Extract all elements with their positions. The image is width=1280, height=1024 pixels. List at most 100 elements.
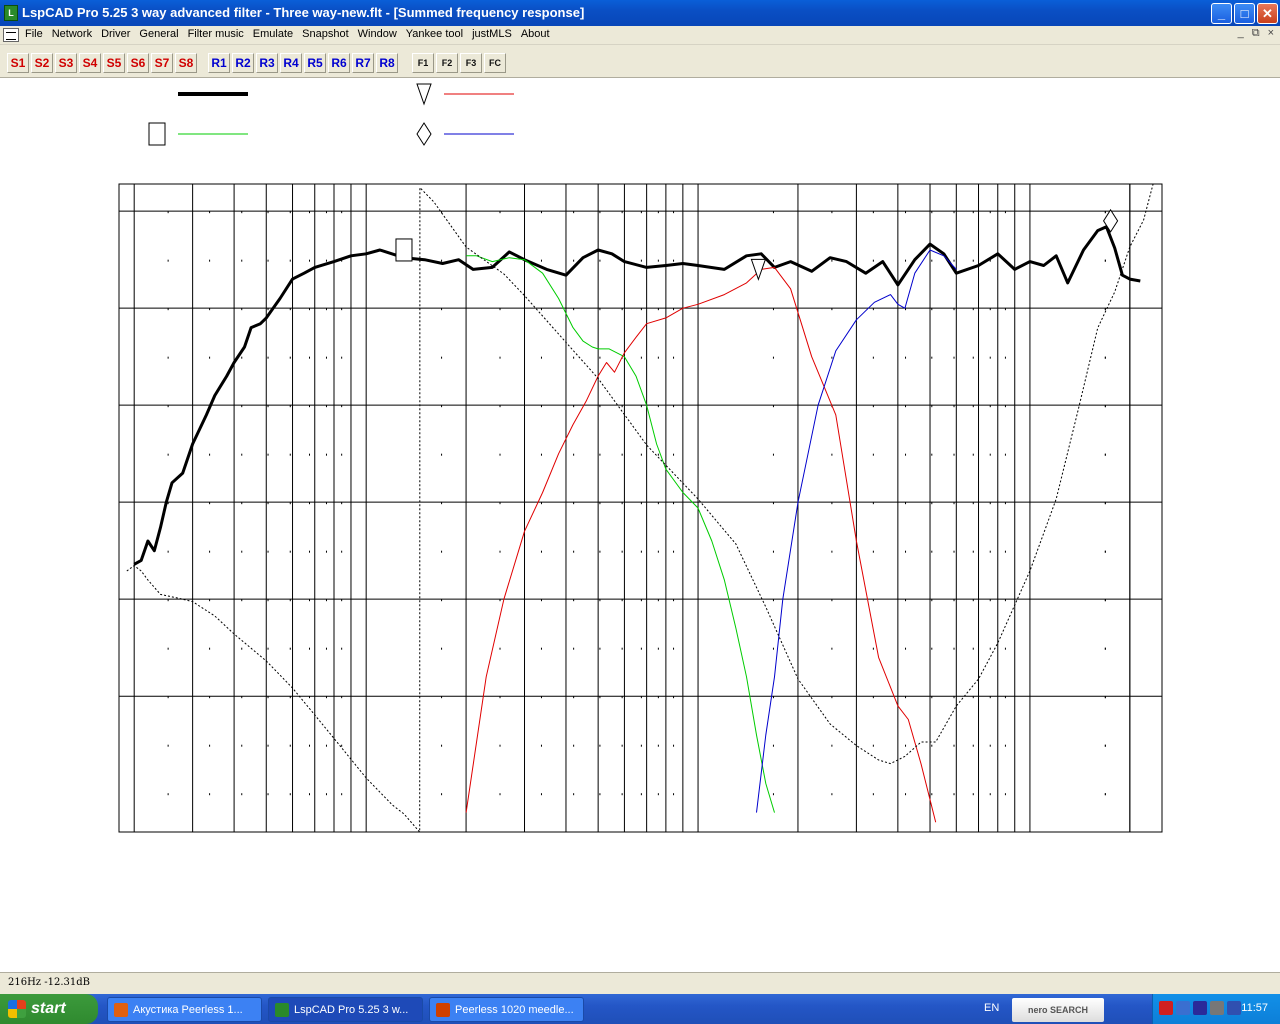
- filter-tool-button-fc[interactable]: FC: [484, 53, 506, 73]
- grid-dot: [989, 405, 991, 408]
- grid-dot: [640, 550, 642, 553]
- document-menu-icon[interactable]: [3, 28, 19, 42]
- grid-dot: [673, 211, 675, 214]
- grid-dot: [905, 550, 907, 553]
- grid-dot: [499, 550, 501, 553]
- recall-button-r5[interactable]: R5: [304, 53, 326, 73]
- snapshot-button-s2[interactable]: S2: [31, 53, 53, 73]
- grid-dot: [341, 405, 343, 408]
- grid-dot: [309, 502, 311, 505]
- snapshot-button-s1[interactable]: S1: [7, 53, 29, 73]
- snapshot-button-s4[interactable]: S4: [79, 53, 101, 73]
- recall-button-r2[interactable]: R2: [232, 53, 254, 73]
- grid-dot: [267, 453, 269, 456]
- grid-dot: [673, 259, 675, 262]
- recall-button-r1[interactable]: R1: [208, 53, 230, 73]
- lspcad-app-icon[interactable]: L: [4, 5, 18, 21]
- doc-minimize-button[interactable]: _: [1238, 27, 1244, 40]
- tray-icon-0[interactable]: [1159, 1001, 1173, 1015]
- menu-window[interactable]: Window: [358, 28, 397, 40]
- grid-dot: [989, 502, 991, 505]
- grid-dot: [441, 356, 443, 359]
- grid-dot: [167, 793, 169, 796]
- grid-dot: [872, 696, 874, 699]
- grid-dot: [309, 550, 311, 553]
- menu-network[interactable]: Network: [52, 28, 92, 40]
- grid-dot: [209, 502, 211, 505]
- grid-dot: [167, 647, 169, 650]
- menu-driver[interactable]: Driver: [101, 28, 130, 40]
- recall-button-r4[interactable]: R4: [280, 53, 302, 73]
- filter-tool-button-f2[interactable]: F2: [436, 53, 458, 73]
- grid-dot: [972, 647, 974, 650]
- snapshot-button-s6[interactable]: S6: [127, 53, 149, 73]
- menu-about[interactable]: About: [521, 28, 550, 40]
- grid-dot: [241, 550, 243, 553]
- minimize-button[interactable]: _: [1211, 3, 1232, 24]
- start-button[interactable]: start: [0, 994, 98, 1024]
- grid-dot: [972, 502, 974, 505]
- menu-snapshot[interactable]: Snapshot: [302, 28, 348, 40]
- filter-tool-button-f3[interactable]: F3: [460, 53, 482, 73]
- grid-dot: [772, 453, 774, 456]
- grid-dot: [831, 502, 833, 505]
- grid-dot: [1004, 405, 1006, 408]
- recall-button-r7[interactable]: R7: [352, 53, 374, 73]
- grid-dot: [309, 793, 311, 796]
- grid-dot: [499, 453, 501, 456]
- grid-dot: [1104, 308, 1106, 311]
- grid-dot: [599, 502, 601, 505]
- grid-dot: [657, 696, 659, 699]
- menu-emulate[interactable]: Emulate: [253, 28, 293, 40]
- grid-dot: [640, 308, 642, 311]
- menu-justmls[interactable]: justMLS: [472, 28, 512, 40]
- snapshot-button-s8[interactable]: S8: [175, 53, 197, 73]
- grid-dot: [640, 259, 642, 262]
- recall-button-r6[interactable]: R6: [328, 53, 350, 73]
- recall-button-r8[interactable]: R8: [376, 53, 398, 73]
- grid-dot: [241, 647, 243, 650]
- close-button[interactable]: ✕: [1257, 3, 1278, 24]
- menu-file[interactable]: File: [25, 28, 43, 40]
- tray-icon-4[interactable]: [1227, 1001, 1241, 1015]
- grid-dot: [772, 211, 774, 214]
- recall-button-r3[interactable]: R3: [256, 53, 278, 73]
- grid-dot: [441, 453, 443, 456]
- grid-dot: [540, 696, 542, 699]
- snapshot-button-s3[interactable]: S3: [55, 53, 77, 73]
- grid-dot: [267, 744, 269, 747]
- grid-dot: [209, 453, 211, 456]
- maximize-button[interactable]: □: [1234, 3, 1255, 24]
- doc-restore-button[interactable]: ⧉: [1252, 27, 1260, 40]
- doc-close-button[interactable]: ×: [1268, 27, 1274, 40]
- tray-icon-1[interactable]: [1176, 1001, 1190, 1015]
- grid-dot: [441, 502, 443, 505]
- tray-icon-3[interactable]: [1210, 1001, 1224, 1015]
- grid-dot: [167, 744, 169, 747]
- grid-dot: [209, 211, 211, 214]
- language-indicator[interactable]: EN: [984, 1002, 999, 1014]
- taskbar-task-1[interactable]: LspCAD Pro 5.25 3 w...: [268, 997, 423, 1022]
- grid-dot: [872, 211, 874, 214]
- menu-filter-music[interactable]: Filter music: [188, 28, 244, 40]
- filter-tool-button-f1[interactable]: F1: [412, 53, 434, 73]
- snapshot-button-s7[interactable]: S7: [151, 53, 173, 73]
- snapshot-button-s5[interactable]: S5: [103, 53, 125, 73]
- grid-dot: [972, 696, 974, 699]
- grid-dot: [673, 647, 675, 650]
- grid-dot: [657, 647, 659, 650]
- summed-frequency-response-chart: [0, 78, 1280, 972]
- grid-dot: [325, 793, 327, 796]
- grid-dot: [905, 793, 907, 796]
- grid-dot: [673, 453, 675, 456]
- taskbar-task-0[interactable]: Акустика Peerless 1...: [107, 997, 262, 1022]
- menu-yankee-tool[interactable]: Yankee tool: [406, 28, 463, 40]
- nero-search-box[interactable]: nero SEARCH: [1012, 998, 1104, 1022]
- tray-icon-2[interactable]: [1193, 1001, 1207, 1015]
- grid-dot: [1004, 211, 1006, 214]
- menu-general[interactable]: General: [139, 28, 178, 40]
- grid-dot: [289, 647, 291, 650]
- grid-dot: [599, 599, 601, 602]
- status-bar: 216Hz -12.31dB: [0, 972, 1280, 994]
- taskbar-task-2[interactable]: Peerless 1020 meedle...: [429, 997, 584, 1022]
